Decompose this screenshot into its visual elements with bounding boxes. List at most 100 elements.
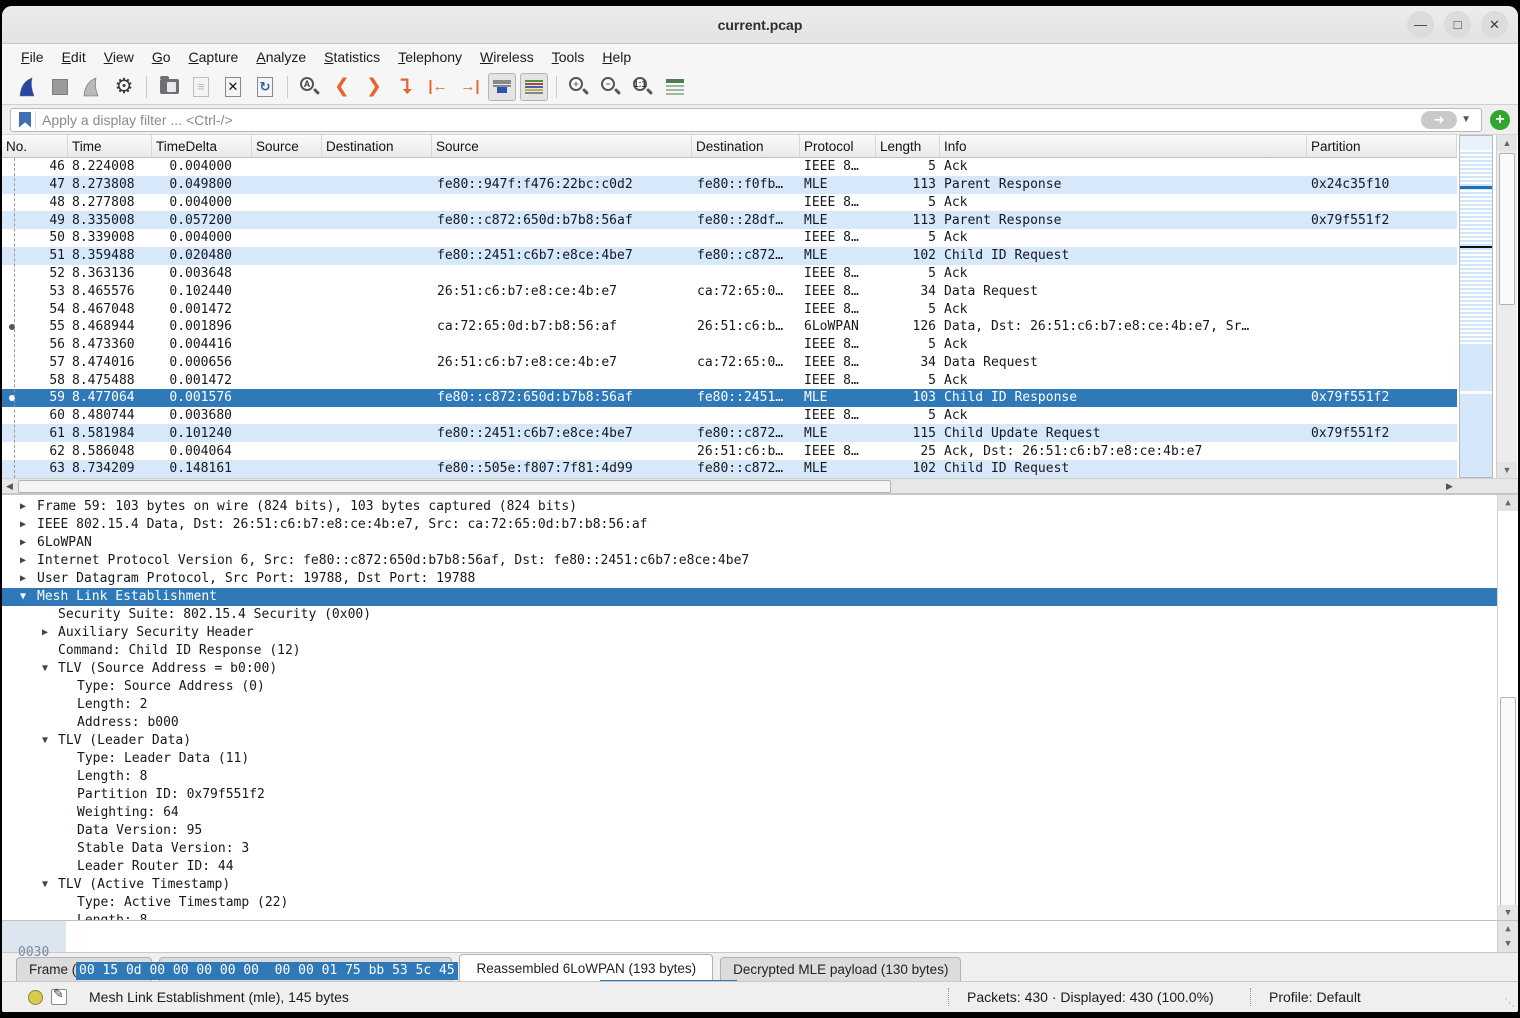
expand-icon[interactable]: ▶ — [20, 498, 26, 516]
detail-line[interactable]: Security Suite: 802.15.4 Security (0x00) — [2, 606, 1518, 624]
packet-row-56[interactable]: 568.4733600.004416IEEE 8…5Ack — [2, 336, 1457, 354]
capture-comment-icon[interactable] — [51, 989, 67, 1005]
scroll-up-icon[interactable]: ▲ — [1498, 921, 1518, 937]
packet-row-47[interactable]: 478.2738080.049800fe80::947f:f476:22bc:c… — [2, 176, 1457, 194]
detail-line[interactable]: ▶Auxiliary Security Header — [2, 624, 1518, 642]
collapse-icon[interactable]: ▼ — [20, 588, 26, 606]
resize-grip[interactable]: ⋱ — [1504, 996, 1515, 1009]
byte-tab-2[interactable]: Reassembled 6LoWPAN (193 bytes) — [459, 954, 713, 981]
filter-bookmark-icon[interactable] — [19, 112, 31, 128]
go-forward-icon[interactable]: ❯ — [360, 73, 388, 101]
find-packet-icon[interactable]: A — [296, 73, 324, 101]
go-back-icon[interactable]: ❮ — [328, 73, 356, 101]
menu-go[interactable]: Go — [143, 47, 180, 67]
zoom-original-icon[interactable]: 1:1 — [629, 73, 657, 101]
expand-icon[interactable]: ▶ — [20, 552, 26, 570]
detail-line[interactable]: Weighting: 64 — [2, 804, 1518, 822]
detail-line[interactable]: Command: Child ID Response (12) — [2, 642, 1518, 660]
scroll-up-icon[interactable]: ▲ — [1497, 135, 1517, 151]
packet-row-46[interactable]: 468.2240080.004000IEEE 8…5Ack — [2, 158, 1457, 176]
maximize-button[interactable]: □ — [1444, 11, 1471, 38]
packet-row-48[interactable]: 488.2778080.004000IEEE 8…5Ack — [2, 194, 1457, 212]
byte-tab-3[interactable]: Decrypted MLE payload (130 bytes) — [720, 957, 961, 981]
packet-list-vscrollbar[interactable]: ▲ ▼ — [1496, 135, 1517, 478]
menu-wireless[interactable]: Wireless — [471, 47, 543, 67]
packet-row-57[interactable]: 578.4740160.00065626:51:c6:b7:e8:ce:4b:e… — [2, 353, 1457, 371]
detail-line[interactable]: ▶Internet Protocol Version 6, Src: fe80:… — [2, 552, 1518, 570]
scroll-right-icon[interactable]: ▶ — [1442, 479, 1457, 493]
column-header-protocol[interactable]: Protocol — [800, 135, 876, 157]
column-header-info[interactable]: Info — [940, 135, 1307, 157]
detail-line[interactable]: Type: Leader Data (11) — [2, 750, 1518, 768]
detail-line[interactable]: ▶Frame 59: 103 bytes on wire (824 bits),… — [2, 498, 1518, 516]
column-header-time[interactable]: Time — [68, 135, 152, 157]
packet-row-52[interactable]: 528.3631360.003648IEEE 8…5Ack — [2, 265, 1457, 283]
menu-analyze[interactable]: Analyze — [247, 47, 315, 67]
filter-dropdown-icon[interactable]: ▼ — [1461, 114, 1471, 125]
expand-icon[interactable]: ▶ — [20, 534, 26, 552]
detail-line[interactable]: ▶User Datagram Protocol, Src Port: 19788… — [2, 570, 1518, 588]
detail-line[interactable]: Type: Active Timestamp (22) — [2, 894, 1518, 912]
packet-row-49[interactable]: 498.3350080.057200fe80::c872:650d:b7b8:5… — [2, 211, 1457, 229]
detail-line[interactable]: Address: b000 — [2, 714, 1518, 732]
packet-row-50[interactable]: 508.3390080.004000IEEE 8…5Ack — [2, 229, 1457, 247]
column-header-timedelta[interactable]: TimeDelta — [152, 135, 252, 157]
close-button[interactable]: ✕ — [1481, 11, 1508, 38]
save-file-icon[interactable]: ≡ — [187, 73, 215, 101]
detail-line[interactable]: ▼TLV (Active Timestamp) — [2, 876, 1518, 894]
hex-bytes-selected[interactable]: 00 15 0d 00 00 00 00 00 00 00 01 75 bb 5… — [76, 962, 458, 980]
capture-options-gear-icon[interactable]: ⚙ — [110, 73, 138, 101]
column-header-length[interactable]: Length — [876, 135, 940, 157]
column-header-destination[interactable]: Destination — [692, 135, 800, 157]
detail-line[interactable]: Length: 8 — [2, 768, 1518, 786]
menu-statistics[interactable]: Statistics — [315, 47, 389, 67]
detail-line[interactable]: ▼TLV (Source Address = b0:00) — [2, 660, 1518, 678]
minimize-button[interactable]: — — [1407, 11, 1434, 38]
packet-row-55[interactable]: 558.4689440.001896ca:72:65:0d:b7:b8:56:a… — [2, 318, 1457, 336]
resize-columns-icon[interactable] — [661, 73, 689, 101]
expand-icon[interactable]: ▶ — [20, 570, 26, 588]
expert-info-icon[interactable] — [28, 990, 43, 1005]
detail-line[interactable]: Length: 2 — [2, 696, 1518, 714]
detail-line[interactable]: ▼Mesh Link Establishment — [2, 588, 1518, 606]
column-header-source[interactable]: Source — [432, 135, 692, 157]
menu-file[interactable]: File — [12, 47, 53, 67]
packet-row-61[interactable]: 618.5819840.101240fe80::2451:c6b7:e8ce:4… — [2, 424, 1457, 442]
title-bar[interactable]: current.pcap — □ ✕ — [2, 6, 1518, 44]
detail-vscrollbar[interactable]: ▲ ▼ — [1497, 495, 1518, 920]
detail-line[interactable]: Type: Source Address (0) — [2, 678, 1518, 696]
detail-line[interactable]: Length: 8 — [2, 912, 1518, 920]
scroll-thumb[interactable] — [1500, 697, 1516, 917]
column-header-source[interactable]: Source — [252, 135, 322, 157]
column-header-destination[interactable]: Destination — [322, 135, 432, 157]
packet-row-58[interactable]: 588.4754880.001472IEEE 8…5Ack — [2, 371, 1457, 389]
reload-file-icon[interactable]: ↻ — [251, 73, 279, 101]
column-header-no[interactable]: No. — [2, 135, 68, 157]
start-capture-fin-icon[interactable] — [14, 73, 42, 101]
detail-line[interactable]: Leader Router ID: 44 — [2, 858, 1518, 876]
auto-scroll-icon[interactable] — [488, 73, 516, 101]
detail-line[interactable]: Partition ID: 0x79f551f2 — [2, 786, 1518, 804]
menu-capture[interactable]: Capture — [180, 47, 248, 67]
scroll-thumb[interactable] — [1499, 153, 1515, 305]
detail-line[interactable]: ▼TLV (Leader Data) — [2, 732, 1518, 750]
detail-line[interactable]: Stable Data Version: 3 — [2, 840, 1518, 858]
packet-row-54[interactable]: 548.4670480.001472IEEE 8…5Ack — [2, 300, 1457, 318]
detail-line[interactable]: ▶6LoWPAN — [2, 534, 1518, 552]
add-filter-button[interactable]: + — [1490, 110, 1510, 130]
go-to-packet-icon[interactable]: ⮧ — [392, 73, 420, 101]
detail-line[interactable]: Data Version: 95 — [2, 822, 1518, 840]
hscroll-thumb[interactable] — [18, 480, 891, 493]
hex-row[interactable]: 0030 00 15 0d 00 00 00 00 00 00 00 01 75… — [2, 926, 1518, 944]
packet-row-60[interactable]: 608.4807440.003680IEEE 8…5Ack — [2, 407, 1457, 425]
scroll-down-icon[interactable]: ▼ — [1498, 905, 1518, 920]
packet-row-51[interactable]: 518.3594880.020480fe80::2451:c6b7:e8ce:4… — [2, 247, 1457, 265]
scroll-up-icon[interactable]: ▲ — [1498, 495, 1518, 511]
restart-capture-icon[interactable] — [78, 73, 106, 101]
display-filter-input[interactable]: Apply a display filter ... <Ctrl-/> ➜ ▼ — [10, 108, 1482, 132]
packet-row-63[interactable]: 638.7342090.148161fe80::505e:f807:7f81:4… — [2, 460, 1457, 478]
zoom-out-icon[interactable]: − — [597, 73, 625, 101]
stop-capture-icon[interactable] — [46, 73, 74, 101]
collapse-icon[interactable]: ▼ — [42, 876, 48, 894]
expand-icon[interactable]: ▶ — [42, 624, 48, 642]
